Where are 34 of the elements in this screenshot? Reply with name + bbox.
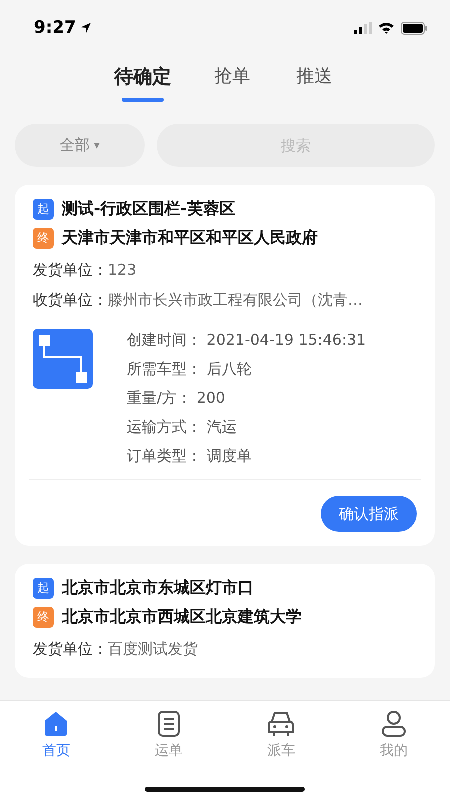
status-time: 9:27 — [34, 18, 76, 38]
nav-item[interactable]: 派车 — [241, 709, 322, 761]
stop-badge: 起 — [33, 578, 54, 599]
tab[interactable]: 抢单 — [212, 64, 254, 124]
stop-address: 北京市北京市东城区灯市口 — [62, 578, 254, 599]
wifi-icon — [378, 22, 395, 34]
nav-item[interactable]: 首页 — [16, 709, 96, 761]
car-icon — [266, 710, 296, 738]
filter-dropdown[interactable]: 全部 ▾ — [15, 124, 145, 167]
location-arrow-icon — [80, 22, 92, 34]
order-field: 发货单位：123 — [33, 255, 417, 285]
stop-address: 天津市天津市和平区和平区人民政府 — [62, 228, 318, 249]
stop-badge: 终 — [33, 228, 54, 249]
stop-badge: 起 — [33, 199, 54, 220]
nav-item[interactable]: 运单 — [128, 709, 209, 761]
route-icon — [33, 329, 93, 389]
battery-icon — [401, 22, 428, 34]
confirm-button[interactable]: 确认指派 — [321, 496, 417, 532]
stop-address: 测试-行政区围栏-芙蓉区 — [62, 199, 236, 220]
signal-icon — [354, 22, 372, 34]
stop-address: 北京市北京市西城区北京建筑大学 — [62, 607, 302, 628]
tab[interactable]: 推送 — [294, 64, 336, 124]
stop-badge: 终 — [33, 607, 54, 628]
detail-row-text: 重量/方： 200 — [127, 388, 226, 409]
detail-row-text: 运输方式： 汽运 — [127, 417, 238, 438]
user-icon — [380, 710, 408, 738]
detail-row-text: 所需车型： 后八轮 — [127, 359, 253, 380]
detail-row-text: 订单类型： 调度单 — [127, 446, 253, 467]
nav-item[interactable]: 我的 — [354, 709, 434, 761]
detail-row-text: 创建时间： 2021-04-19 15:46:31 — [127, 330, 366, 351]
document-icon — [156, 710, 182, 738]
tab[interactable]: 待确定 — [114, 64, 172, 124]
order-field: 收货单位：滕州市长兴市政工程有限公司（沈青… — [33, 285, 417, 315]
order-field: 发货单位：百度测试发货 — [33, 634, 417, 664]
